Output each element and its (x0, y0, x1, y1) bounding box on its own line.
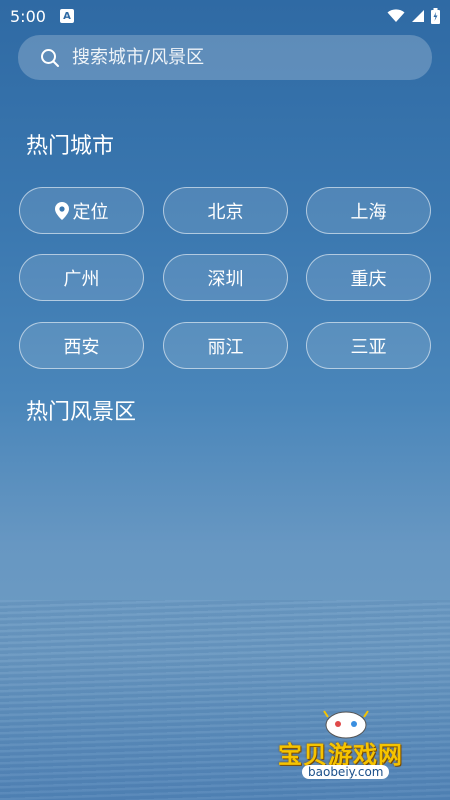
city-label: 丽江 (207, 336, 244, 358)
search-bar[interactable] (18, 35, 432, 80)
status-icons (387, 8, 440, 24)
city-button-beijing[interactable]: 北京 (163, 187, 288, 234)
city-label: 深圳 (207, 268, 244, 290)
city-button-shenzhen[interactable]: 深圳 (163, 254, 288, 301)
notification-icon: A (59, 9, 74, 23)
city-label: 上海 (350, 201, 387, 223)
city-label: 三亚 (350, 336, 387, 358)
city-label: 北京 (207, 201, 244, 223)
wifi-icon (387, 9, 405, 22)
status-bar: 5:00 A (0, 0, 450, 32)
city-button-sanya[interactable]: 三亚 (306, 322, 431, 369)
city-label: 广州 (63, 268, 100, 290)
city-button-shanghai[interactable]: 上海 (306, 187, 431, 234)
hot-scenic-title: 热门风景区 (26, 400, 137, 425)
cellular-signal-icon (412, 10, 424, 22)
location-pin-icon (54, 201, 69, 220)
watermark-logo: 宝贝游戏网 baobeiy.com (268, 705, 428, 790)
watermark-url: baobeiy.com (302, 765, 390, 779)
battery-icon (431, 8, 440, 24)
search-icon (41, 48, 59, 67)
city-button-xian[interactable]: 西安 (19, 322, 144, 369)
hot-cities-title: 热门城市 (26, 134, 115, 159)
city-button-locate[interactable]: 定位 (19, 187, 144, 234)
city-button-lijiang[interactable]: 丽江 (163, 322, 288, 369)
search-input[interactable] (72, 47, 402, 68)
city-button-chongqing[interactable]: 重庆 (306, 254, 431, 301)
status-time: 5:00 (10, 6, 46, 26)
city-label: 西安 (63, 336, 100, 358)
city-label: 重庆 (350, 268, 387, 290)
city-label: 定位 (72, 201, 109, 223)
city-button-guangzhou[interactable]: 广州 (19, 254, 144, 301)
